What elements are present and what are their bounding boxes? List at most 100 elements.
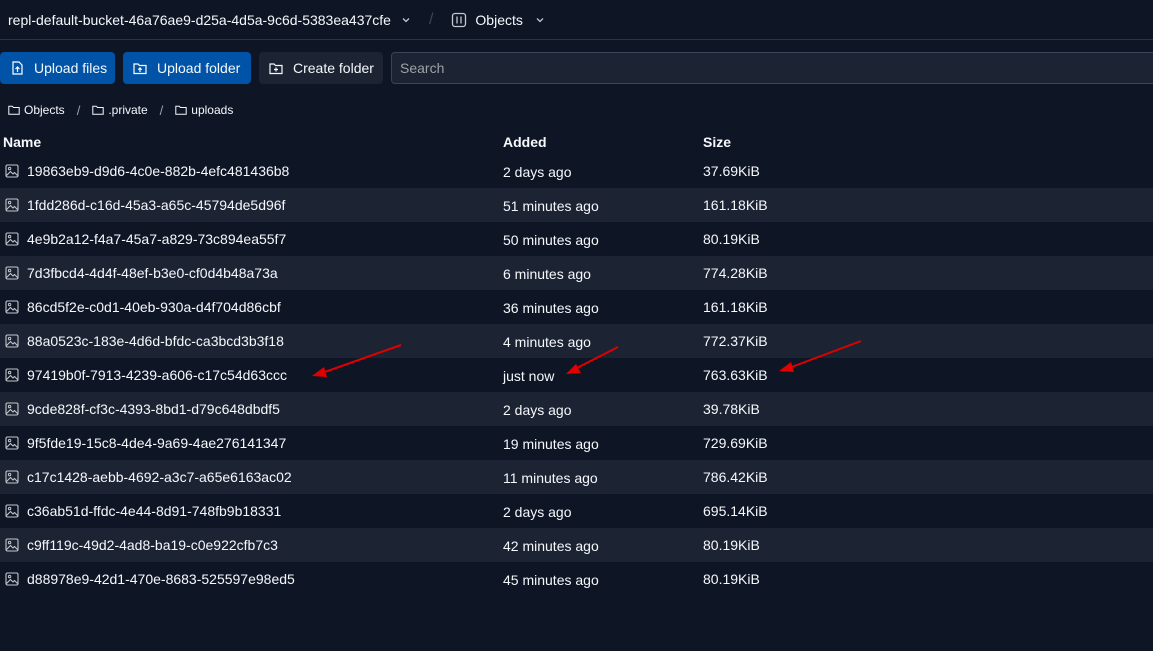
breadcrumb-item-private[interactable]: .private (92, 103, 148, 117)
upload-files-label: Upload files (34, 60, 108, 76)
toolbar: Upload files Upload folder Create folder (0, 52, 1153, 84)
image-file-icon (5, 164, 19, 178)
file-name[interactable]: d88978e9-42d1-470e-8683-525597e98ed5 (27, 571, 295, 587)
table-row[interactable]: 88a0523c-183e-4d6d-bfdc-ca3bcd3b3f18 4 m… (0, 324, 1153, 358)
breadcrumb-item-objects[interactable]: Objects (8, 103, 65, 117)
objects-icon (451, 12, 467, 28)
topbar-divider: / (428, 10, 434, 28)
upload-folder-icon (133, 61, 147, 75)
file-added: 45 minutes ago (503, 572, 599, 588)
table-row[interactable]: 9cde828f-cf3c-4393-8bd1-d79c648dbdf5 2 d… (0, 392, 1153, 426)
image-file-icon (5, 300, 19, 314)
upload-files-button[interactable]: Upload files (0, 52, 115, 84)
create-folder-button[interactable]: Create folder (259, 52, 383, 84)
file-name[interactable]: c9ff119c-49d2-4ad8-ba19-c0e922cfb7c3 (27, 537, 278, 553)
file-size: 161.18KiB (703, 197, 768, 213)
upload-folder-button[interactable]: Upload folder (123, 52, 251, 84)
image-file-icon (5, 334, 19, 348)
image-file-icon (5, 402, 19, 416)
table-row-highlighted[interactable]: 97419b0f-7913-4239-a606-c17c54d63ccc jus… (0, 358, 1153, 392)
breadcrumb-label: Objects (24, 103, 65, 117)
file-list: 19863eb9-d9d6-4c0e-882b-4efc481436b8 2 d… (0, 154, 1153, 596)
file-size: 80.19KiB (703, 537, 760, 553)
breadcrumb-label: uploads (191, 103, 234, 117)
image-file-icon (5, 232, 19, 246)
breadcrumb-item-uploads[interactable]: uploads (175, 103, 233, 117)
image-file-icon (5, 436, 19, 450)
create-folder-label: Create folder (293, 60, 374, 76)
file-name[interactable]: 97419b0f-7913-4239-a606-c17c54d63ccc (27, 367, 287, 383)
image-file-icon (5, 266, 19, 280)
folder-icon (8, 104, 20, 116)
file-size: 37.69KiB (703, 163, 760, 179)
upload-icon (10, 61, 24, 75)
table-row[interactable]: c9ff119c-49d2-4ad8-ba19-c0e922cfb7c3 42 … (0, 528, 1153, 562)
file-name[interactable]: 88a0523c-183e-4d6d-bfdc-ca3bcd3b3f18 (27, 333, 284, 349)
file-name[interactable]: 19863eb9-d9d6-4c0e-882b-4efc481436b8 (27, 163, 289, 179)
image-file-icon (5, 198, 19, 212)
file-size: 695.14KiB (703, 503, 768, 519)
file-name[interactable]: 9f5fde19-15c8-4de4-9a69-4ae276141347 (27, 435, 286, 451)
column-header-name[interactable]: Name (3, 134, 41, 150)
table-row[interactable]: 1fdd286d-c16d-45a3-a65c-45794de5d96f 51 … (0, 188, 1153, 222)
upload-folder-label: Upload folder (157, 60, 241, 76)
column-header-added[interactable]: Added (503, 134, 547, 150)
objects-view-label: Objects (475, 11, 523, 28)
breadcrumb-separator: / (159, 102, 164, 118)
breadcrumb: Objects / .private / uploads (8, 101, 233, 119)
file-added: 2 days ago (503, 402, 572, 418)
folder-icon (92, 104, 105, 116)
file-added: 4 minutes ago (503, 334, 591, 350)
folder-plus-icon (269, 61, 283, 75)
file-added: 50 minutes ago (503, 232, 599, 248)
table-row[interactable]: c36ab51d-ffdc-4e44-8d91-748fb9b18331 2 d… (0, 494, 1153, 528)
file-size: 161.18KiB (703, 299, 768, 315)
chevron-down-icon[interactable] (401, 15, 411, 25)
breadcrumb-separator: / (76, 102, 81, 118)
image-file-icon (5, 470, 19, 484)
breadcrumb-label: .private (108, 103, 148, 117)
file-name[interactable]: c36ab51d-ffdc-4e44-8d91-748fb9b18331 (27, 503, 281, 519)
file-added: 2 days ago (503, 504, 572, 520)
file-size: 774.28KiB (703, 265, 768, 281)
file-added: 36 minutes ago (503, 300, 599, 316)
file-added: 2 days ago (503, 164, 572, 180)
top-bar: repl-default-bucket-46a76ae9-d25a-4d5a-9… (0, 0, 1153, 40)
table-header: Name Added Size (0, 130, 1153, 154)
file-name[interactable]: c17c1428-aebb-4692-a3c7-a65e6163ac02 (27, 469, 292, 485)
image-file-icon (5, 368, 19, 382)
table-row[interactable]: 86cd5f2e-c0d1-40eb-930a-d4f704d86cbf 36 … (0, 290, 1153, 324)
chevron-down-icon[interactable] (535, 15, 545, 25)
file-added: 6 minutes ago (503, 266, 591, 282)
bucket-selector[interactable]: repl-default-bucket-46a76ae9-d25a-4d5a-9… (8, 12, 391, 28)
file-name[interactable]: 86cd5f2e-c0d1-40eb-930a-d4f704d86cbf (27, 299, 281, 315)
file-added: just now (503, 368, 555, 384)
file-added: 19 minutes ago (503, 436, 599, 452)
file-size: 786.42KiB (703, 469, 768, 485)
file-size: 763.63KiB (703, 367, 768, 383)
file-size: 729.69KiB (703, 435, 768, 451)
column-header-size[interactable]: Size (703, 134, 731, 150)
search-input[interactable] (391, 52, 1153, 84)
file-size: 80.19KiB (703, 571, 760, 587)
file-added: 51 minutes ago (503, 198, 599, 214)
file-name[interactable]: 1fdd286d-c16d-45a3-a65c-45794de5d96f (27, 197, 285, 213)
file-size: 772.37KiB (703, 333, 768, 349)
table-row[interactable]: 4e9b2a12-f4a7-45a7-a829-73c894ea55f7 50 … (0, 222, 1153, 256)
table-row[interactable]: c17c1428-aebb-4692-a3c7-a65e6163ac02 11 … (0, 460, 1153, 494)
file-name[interactable]: 7d3fbcd4-4d4f-48ef-b3e0-cf0d4b48a73a (27, 265, 278, 281)
file-size: 39.78KiB (703, 401, 760, 417)
image-file-icon (5, 572, 19, 586)
objects-view-selector[interactable]: Objects (451, 12, 544, 28)
file-added: 42 minutes ago (503, 538, 599, 554)
table-row[interactable]: 9f5fde19-15c8-4de4-9a69-4ae276141347 19 … (0, 426, 1153, 460)
file-size: 80.19KiB (703, 231, 760, 247)
table-row[interactable]: d88978e9-42d1-470e-8683-525597e98ed5 45 … (0, 562, 1153, 596)
file-name[interactable]: 9cde828f-cf3c-4393-8bd1-d79c648dbdf5 (27, 401, 280, 417)
table-row[interactable]: 7d3fbcd4-4d4f-48ef-b3e0-cf0d4b48a73a 6 m… (0, 256, 1153, 290)
file-added: 11 minutes ago (503, 470, 598, 486)
folder-icon (175, 104, 187, 116)
table-row[interactable]: 19863eb9-d9d6-4c0e-882b-4efc481436b8 2 d… (0, 154, 1153, 188)
file-name[interactable]: 4e9b2a12-f4a7-45a7-a829-73c894ea55f7 (27, 231, 286, 247)
image-file-icon (5, 504, 19, 518)
